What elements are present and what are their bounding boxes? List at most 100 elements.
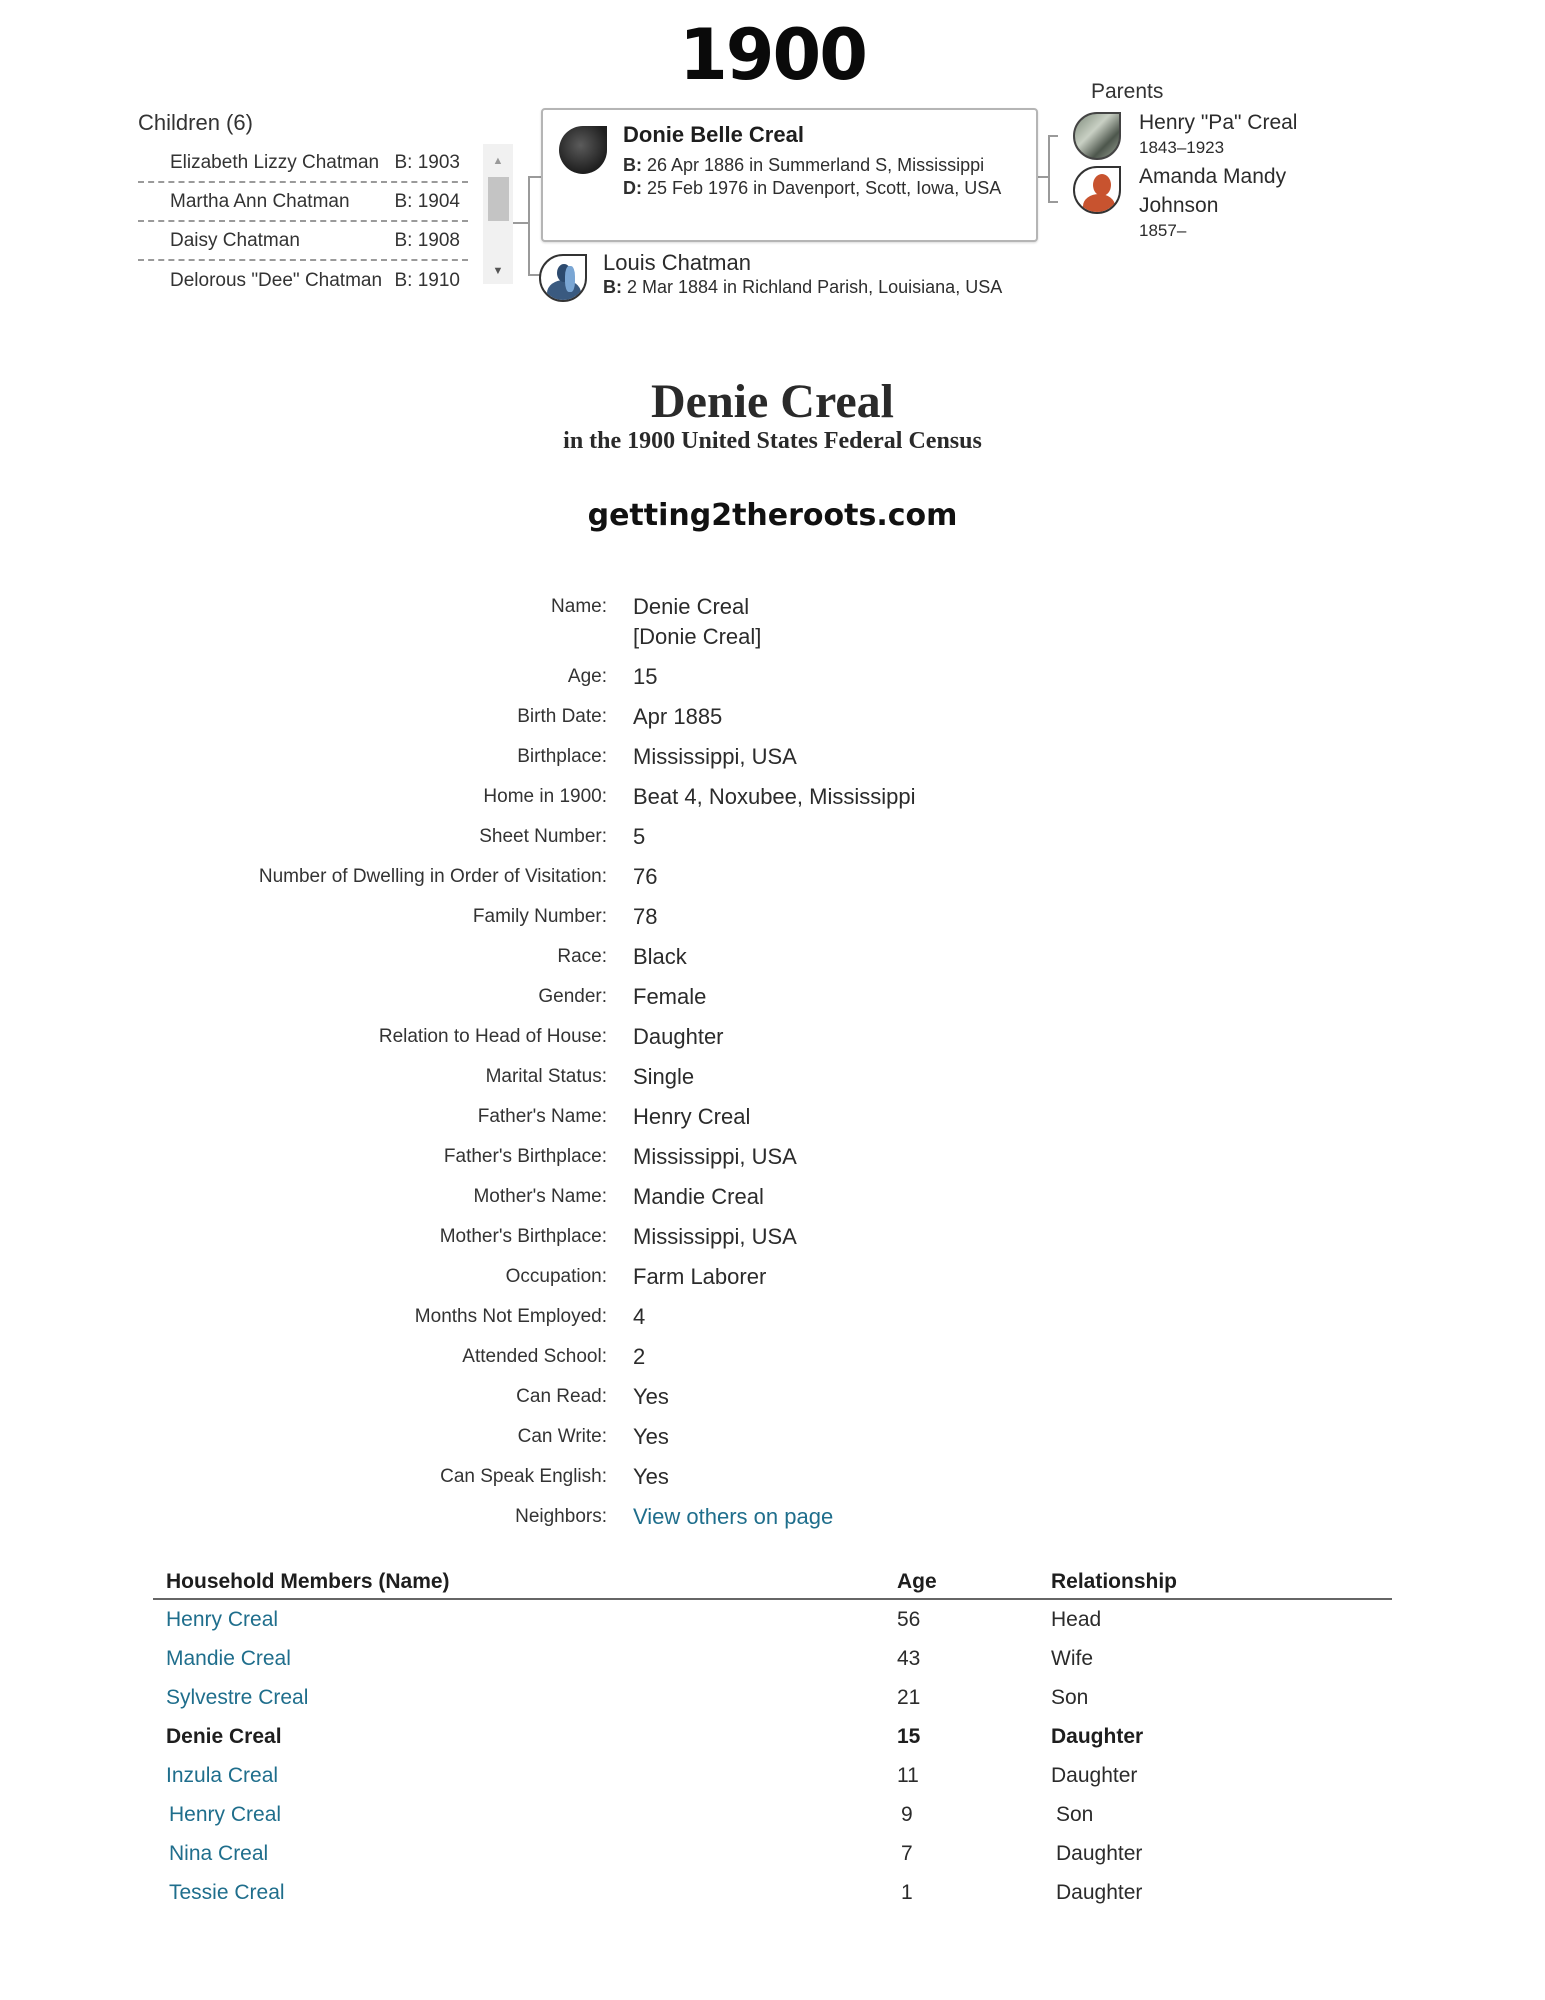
detail-label: Father's Birthplace: xyxy=(443,1146,607,1167)
household-row: Sylvestre Creal 21 Son xyxy=(153,1678,1392,1717)
child-name: Martha Ann Chatman xyxy=(170,190,350,212)
household-row-current-person: Denie Creal 15 Daughter xyxy=(153,1717,1392,1756)
detail-label: Father's Name: xyxy=(477,1106,607,1127)
child-item[interactable]: Delorous "Dee" Chatman B: 1910 xyxy=(138,261,468,294)
member-name-link[interactable]: Henry Creal xyxy=(153,1608,897,1632)
year-title: 1900 xyxy=(679,14,868,96)
detail-label: Race: xyxy=(557,946,607,967)
detail-row-father-birthplace: Father's Birthplace: Mississippi, USA xyxy=(0,1140,1545,1180)
detail-row-can-read: Can Read: Yes xyxy=(0,1380,1545,1420)
detail-value: 78 xyxy=(633,904,658,929)
detail-row-dwelling-number: Number of Dwelling in Order of Visitatio… xyxy=(0,860,1545,900)
member-name-link[interactable]: Nina Creal xyxy=(153,1842,897,1866)
child-item[interactable]: Daisy Chatman B: 1908 xyxy=(138,222,468,261)
view-neighbors-link[interactable]: View others on page xyxy=(633,1500,833,1532)
detail-row-gender: Gender: Female xyxy=(0,980,1545,1020)
birth-fact: B: 26 Apr 1886 in Summerland S, Mississi… xyxy=(623,154,1020,177)
mother-name: Amanda Mandy Johnson xyxy=(1139,165,1287,217)
children-scrollbar[interactable]: ▲ ▼ xyxy=(483,144,513,284)
children-panel: Children (6) Elizabeth Lizzy Chatman B: … xyxy=(138,110,518,294)
detail-label: Age: xyxy=(567,666,607,687)
father-name: Henry "Pa" Creal xyxy=(1139,111,1298,134)
father-photo-avatar xyxy=(1073,112,1121,160)
detail-row-mother-name: Mother's Name: Mandie Creal xyxy=(0,1180,1545,1220)
detail-value: Farm Laborer xyxy=(633,1264,767,1289)
father-entry[interactable]: Henry "Pa" Creal 1843–1923 xyxy=(1073,108,1298,160)
member-age: 11 xyxy=(897,1763,919,1787)
header-relationship: Relationship xyxy=(1051,1570,1178,1593)
detail-label: Attended School: xyxy=(462,1346,607,1367)
member-name-link[interactable]: Sylvestre Creal xyxy=(153,1686,897,1710)
child-name: Delorous "Dee" Chatman xyxy=(170,269,383,291)
detail-value: 15 xyxy=(633,664,658,689)
census-details: Name: Denie Creal [Donie Creal] Age: 15 … xyxy=(0,590,1545,1540)
member-name-link[interactable]: Henry Creal xyxy=(153,1803,897,1827)
female-silhouette-avatar-icon xyxy=(1073,166,1121,214)
spouse-entry[interactable]: Louis Chatman B: 2 Mar 1884 in Richland … xyxy=(539,250,1002,302)
detail-value: Yes xyxy=(633,1384,669,1409)
child-name: Elizabeth Lizzy Chatman xyxy=(170,151,380,173)
birth-label: B: xyxy=(623,155,642,175)
member-age: 21 xyxy=(897,1685,921,1709)
detail-row-father-name: Father's Name: Henry Creal xyxy=(0,1100,1545,1140)
member-relationship: Wife xyxy=(1051,1646,1093,1670)
detail-label: Marital Status: xyxy=(485,1066,607,1087)
detail-label: Relation to Head of House: xyxy=(378,1026,607,1047)
detail-value: Mississippi, USA xyxy=(633,744,797,769)
detail-value: 2 xyxy=(633,1344,646,1369)
child-item[interactable]: Elizabeth Lizzy Chatman B: 1903 xyxy=(138,144,468,183)
scroll-up-arrow-icon[interactable]: ▲ xyxy=(483,150,513,172)
household-row: Inzula Creal 11 Daughter xyxy=(153,1756,1392,1795)
member-age: 9 xyxy=(901,1802,913,1826)
detail-row-birth-date: Birth Date: Apr 1885 xyxy=(0,700,1545,740)
scroll-thumb[interactable] xyxy=(488,177,509,221)
parents-title: Parents xyxy=(1091,80,1164,103)
detail-row-birthplace: Birthplace: Mississippi, USA xyxy=(0,740,1545,780)
children-list: Elizabeth Lizzy Chatman B: 1903 Martha A… xyxy=(138,144,468,294)
child-birth: B: 1903 xyxy=(394,151,461,173)
spouse-name: Louis Chatman xyxy=(603,250,751,275)
name-alternate: [Donie Creal] xyxy=(633,624,762,649)
household-row: Nina Creal 7 Daughter xyxy=(153,1834,1392,1873)
detail-label: Mother's Name: xyxy=(473,1186,607,1207)
name-value: Denie Creal xyxy=(633,594,750,619)
mother-entry[interactable]: Amanda Mandy Johnson 1857– xyxy=(1073,162,1309,242)
connector-line xyxy=(513,222,529,224)
birth-value: 26 Apr 1886 in Summerland S, Mississippi xyxy=(642,155,985,175)
member-age: 56 xyxy=(897,1607,921,1631)
record-title: Denie Creal xyxy=(650,375,895,428)
detail-value: Apr 1885 xyxy=(633,704,723,729)
death-label: D: xyxy=(623,178,642,198)
member-relationship: Son xyxy=(1051,1685,1089,1709)
detail-value: Single xyxy=(633,1064,695,1089)
detail-label: Home in 1900: xyxy=(483,786,607,807)
detail-row-sheet-number: Sheet Number: 5 xyxy=(0,820,1545,860)
member-name-link[interactable]: Mandie Creal xyxy=(153,1647,897,1671)
child-birth: B: 1904 xyxy=(394,190,461,212)
detail-label: Can Read: xyxy=(516,1386,607,1407)
member-age: 7 xyxy=(901,1841,913,1865)
detail-label: Months Not Employed: xyxy=(414,1306,607,1327)
connector-line xyxy=(1048,135,1058,137)
member-name: Denie Creal xyxy=(166,1724,282,1748)
mother-dates: 1857– xyxy=(1139,221,1187,240)
detail-value: 76 xyxy=(633,864,658,889)
detail-row-months-not-employed: Months Not Employed: 4 xyxy=(0,1300,1545,1340)
child-item[interactable]: Martha Ann Chatman B: 1904 xyxy=(138,183,468,222)
detail-row-race: Race: Black xyxy=(0,940,1545,980)
death-fact: D: 25 Feb 1976 in Davenport, Scott, Iowa… xyxy=(623,177,1020,200)
focus-person-card[interactable]: Donie Belle Creal B: 26 Apr 1886 in Summ… xyxy=(541,108,1038,242)
household-row: Henry Creal 56 Head xyxy=(153,1600,1392,1639)
detail-row-family-number: Family Number: 78 xyxy=(0,900,1545,940)
record-subtitle: in the 1900 United States Federal Census xyxy=(563,428,982,454)
detail-row-mother-birthplace: Mother's Birthplace: Mississippi, USA xyxy=(0,1220,1545,1260)
member-relationship: Daughter xyxy=(1056,1841,1143,1865)
scroll-down-arrow-icon[interactable]: ▼ xyxy=(483,260,513,282)
member-name-link[interactable]: Inzula Creal xyxy=(153,1764,897,1788)
connector-line xyxy=(1048,135,1050,203)
header-name: Household Members (Name) xyxy=(166,1570,450,1593)
detail-row-can-write: Can Write: Yes xyxy=(0,1420,1545,1460)
member-name-link[interactable]: Tessie Creal xyxy=(153,1881,897,1905)
detail-label: Can Write: xyxy=(517,1426,607,1447)
child-birth: B: 1908 xyxy=(394,229,461,251)
